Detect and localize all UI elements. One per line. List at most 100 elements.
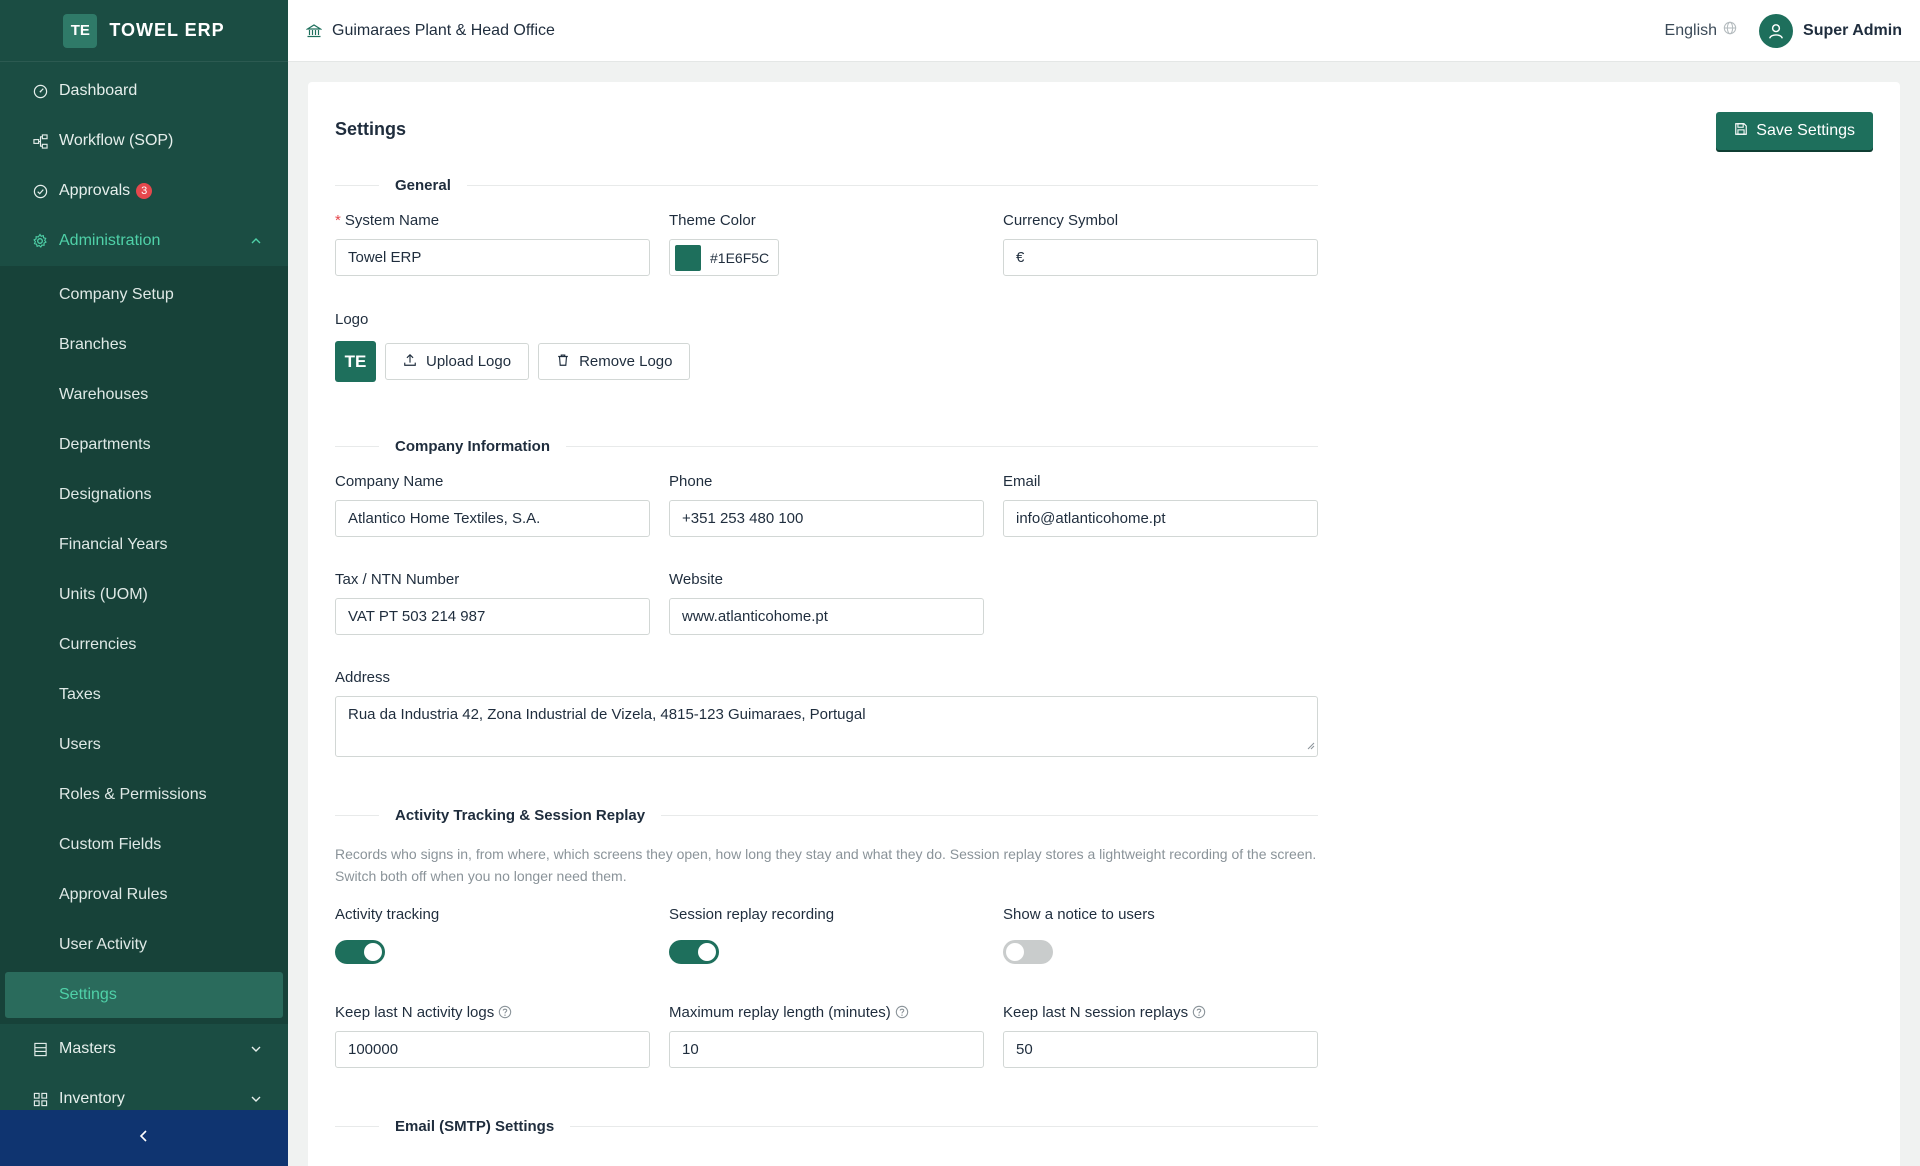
session-replay-field: Session replay recording [669, 906, 984, 964]
keep-activity-logs-field: Keep last N activity logs 100000 [335, 1004, 650, 1068]
tracking-description: Records who signs in, from where, which … [335, 846, 1317, 884]
chevron-up-icon [250, 232, 262, 250]
section-title: Email (SMTP) Settings [395, 1118, 555, 1135]
system-name-label: System Name [344, 212, 440, 229]
help-icon[interactable] [498, 1005, 512, 1019]
activity-tracking-field: Activity tracking [335, 906, 650, 964]
currency-symbol-input[interactable]: € [1003, 239, 1318, 276]
sidebar-group-label: Masters [59, 1040, 116, 1057]
keep-activity-logs-input[interactable]: 100000 [335, 1031, 650, 1068]
sidebar-item-user-activity[interactable]: User Activity [0, 920, 288, 970]
brand-name: TOWEL ERP [109, 20, 225, 40]
sidebar-item-warehouses[interactable]: Warehouses [0, 370, 288, 420]
list-icon [32, 1041, 48, 1057]
theme-color-value: #1E6F5C [710, 249, 770, 266]
brand[interactable]: TE TOWEL ERP [0, 0, 288, 62]
sidebar-item-branches[interactable]: Branches [0, 320, 288, 370]
chevron-left-icon [139, 1129, 149, 1148]
tax-number-field: Tax / NTN Number VAT PT 503 214 987 [335, 571, 650, 635]
sidebar-group-label: Administration [59, 232, 161, 249]
logo-field: Logo [335, 311, 650, 338]
sidebar-item-settings[interactable]: Settings [5, 972, 283, 1018]
user-notice-toggle[interactable] [1003, 940, 1053, 964]
sidebar-group-label: Inventory [59, 1090, 125, 1107]
user-menu[interactable]: Super Admin [1759, 13, 1902, 48]
dashboard-icon [32, 83, 48, 99]
sidebar-item-custom-fields[interactable]: Custom Fields [0, 820, 288, 870]
section-title: General [395, 177, 451, 194]
sidebar-item-currencies[interactable]: Currencies [0, 620, 288, 670]
sidebar-item-roles-permissions[interactable]: Roles & Permissions [0, 770, 288, 820]
user-name: Super Admin [1803, 21, 1902, 39]
resize-handle-icon[interactable] [1305, 737, 1315, 754]
address-label: Address [335, 669, 391, 686]
max-replay-length-label: Maximum replay length (minutes) [669, 1004, 891, 1021]
sidebar-item-approval-rules[interactable]: Approval Rules [0, 870, 288, 920]
chevron-down-icon [250, 1090, 262, 1108]
email-label: Email [1003, 473, 1041, 490]
brand-logo: TE [63, 13, 98, 48]
activity-tracking-toggle[interactable] [335, 940, 385, 964]
sidebar-item-dashboard[interactable]: Dashboard [0, 66, 288, 116]
sidebar-item-users[interactable]: Users [0, 720, 288, 770]
section-general: General [335, 177, 1318, 194]
save-settings-label: Save Settings [1756, 122, 1855, 139]
user-icon [1769, 23, 1783, 39]
save-settings-button[interactable]: Save Settings [1716, 112, 1873, 150]
company-name-input[interactable]: Atlantico Home Textiles, S.A. [335, 500, 650, 537]
upload-logo-button[interactable]: Upload Logo [385, 343, 530, 380]
sidebar-item-workflow[interactable]: Workflow (SOP) [0, 116, 288, 166]
section-title: Activity Tracking & Session Replay [395, 807, 646, 824]
upload-logo-label: Upload Logo [426, 353, 512, 370]
system-name-input[interactable]: Towel ERP [335, 239, 650, 276]
website-input[interactable]: www.atlanticohome.pt [669, 598, 984, 635]
sidebar-item-financial-years[interactable]: Financial Years [0, 520, 288, 570]
required-marker: * [335, 212, 341, 229]
logo-controls: TE Upload Logo Remove Logo [335, 341, 691, 382]
sidebar-collapse-button[interactable] [0, 1110, 288, 1166]
max-replay-length-field: Maximum replay length (minutes) 10 [669, 1004, 984, 1068]
help-icon[interactable] [1192, 1005, 1206, 1019]
tax-number-input[interactable]: VAT PT 503 214 987 [335, 598, 650, 635]
bank-icon [306, 23, 322, 39]
check-circle-icon [32, 183, 48, 199]
user-notice-field: Show a notice to users [1003, 906, 1318, 964]
gear-icon [32, 233, 48, 249]
website-field: Website www.atlanticohome.pt [669, 571, 984, 635]
sidebar-item-designations[interactable]: Designations [0, 470, 288, 520]
session-replay-label: Session replay recording [669, 906, 835, 923]
language-label: English [1664, 21, 1718, 39]
sidebar-item-label: Dashboard [59, 82, 138, 99]
upload-icon [403, 353, 417, 371]
sidebar-item-label: Approvals [59, 182, 131, 199]
address-field: Address Rua da Industria 42, Zona Indust… [335, 669, 1318, 757]
sidebar-item-departments[interactable]: Departments [0, 420, 288, 470]
sidebar-item-approvals[interactable]: Approvals 3 [0, 166, 288, 216]
branch-selector[interactable]: Guimaraes Plant & Head Office [332, 22, 555, 40]
address-value: Rua da Industria 42, Zona Industrial de … [348, 706, 866, 723]
website-label: Website [669, 571, 723, 588]
keep-session-replays-input[interactable]: 50 [1003, 1031, 1318, 1068]
sidebar-item-taxes[interactable]: Taxes [0, 670, 288, 720]
remove-logo-label: Remove Logo [579, 353, 673, 370]
phone-input[interactable]: +351 253 480 100 [669, 500, 984, 537]
sidebar-group-administration[interactable]: Administration [0, 216, 288, 266]
email-input[interactable]: info@atlanticohome.pt [1003, 500, 1318, 537]
sidebar-item-label: Workflow (SOP) [59, 132, 174, 149]
sidebar-group-masters[interactable]: Masters [0, 1024, 288, 1074]
session-replay-toggle[interactable] [669, 940, 719, 964]
page-title: Settings [335, 119, 407, 139]
language-selector[interactable]: English [1665, 21, 1737, 40]
max-replay-length-input[interactable]: 10 [669, 1031, 984, 1068]
chevron-down-icon [250, 1040, 262, 1058]
sidebar-item-company-setup[interactable]: Company Setup [0, 270, 288, 320]
section-activity-tracking: Activity Tracking & Session Replay [335, 807, 1318, 824]
section-smtp: Email (SMTP) Settings [335, 1118, 1318, 1135]
remove-logo-button[interactable]: Remove Logo [538, 343, 691, 380]
help-icon[interactable] [895, 1005, 909, 1019]
theme-color-label: Theme Color [669, 212, 756, 229]
phone-label: Phone [669, 473, 713, 490]
sidebar-item-units[interactable]: Units (UOM) [0, 570, 288, 620]
theme-color-picker[interactable]: #1E6F5C [669, 239, 779, 276]
address-textarea[interactable]: Rua da Industria 42, Zona Industrial de … [335, 696, 1318, 757]
